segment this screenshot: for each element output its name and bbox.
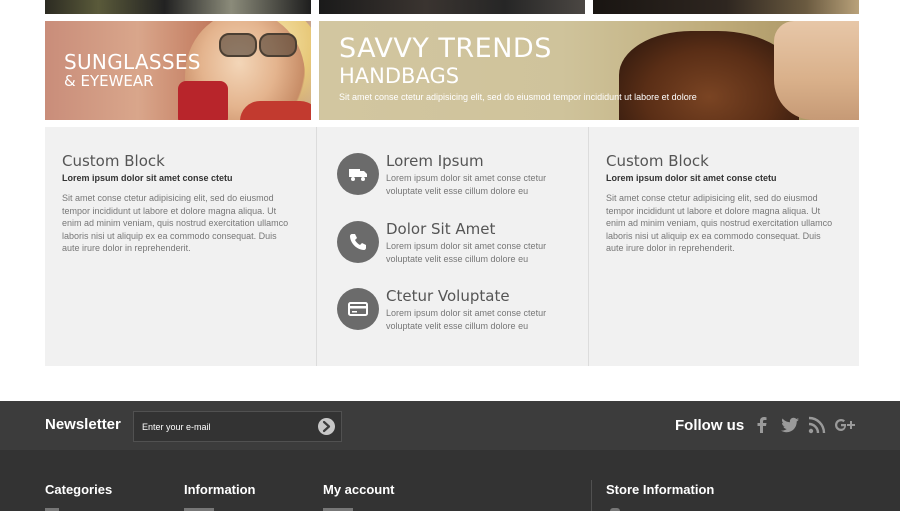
banner-model-glove: [178, 81, 228, 120]
banner-subtitle: & EYEWEAR: [64, 72, 154, 90]
top-banner-image-2[interactable]: [319, 0, 585, 14]
custom-block-subtitle: Lorem ipsum dolor sit amet conse ctetu: [62, 173, 233, 183]
newsletter-form: [133, 411, 342, 442]
rss-icon[interactable]: [807, 415, 827, 435]
footer-heading-my-account: My account: [323, 482, 395, 497]
service-item: Ctetur Voluptate Lorem ipsum dolor sit a…: [337, 287, 577, 338]
phone-icon: [337, 221, 379, 263]
custom-block-title: Custom Block: [606, 152, 709, 170]
service-item: Dolor Sit Amet Lorem ipsum dolor sit ame…: [337, 220, 577, 271]
custom-block-subtitle: Lorem ipsum dolor sit amet conse ctetu: [606, 173, 777, 183]
handbags-banner[interactable]: SAVVY TRENDS HANDBAGS Sit amet conse cte…: [319, 21, 859, 120]
service-text: Lorem ipsum dolor sit amet conse ctetur …: [386, 241, 547, 264]
service-item: Lorem Ipsum Lorem ipsum dolor sit amet c…: [337, 152, 577, 203]
footer-heading-store-information: Store Information: [606, 482, 715, 497]
service-text: Lorem ipsum dolor sit amet conse ctetur …: [386, 308, 547, 331]
newsletter-bar: Newsletter Follow us: [0, 401, 900, 450]
follow-us-label: Follow us: [675, 417, 745, 434]
banner-subtitle: HANDBAGS: [339, 64, 460, 88]
footer: Categories Information My account Store …: [0, 450, 900, 511]
google-plus-icon[interactable]: [834, 415, 855, 435]
service-title: Dolor Sit Amet: [386, 220, 496, 238]
arrow-right-icon: [322, 420, 331, 433]
twitter-icon[interactable]: [780, 415, 800, 435]
banner-model-arm: [774, 21, 859, 120]
top-banner-image-3[interactable]: [593, 0, 859, 14]
handbag-image: [619, 31, 799, 120]
truck-icon: [337, 153, 379, 195]
footer-heading-information: Information: [184, 482, 256, 497]
custom-block-left: Custom Block Lorem ipsum dolor sit amet …: [45, 127, 315, 366]
banner-title: SAVVY TRENDS: [339, 33, 552, 64]
banner-title: SUNGLASSES: [64, 50, 201, 74]
footer-divider: [591, 480, 592, 511]
credit-card-icon: [337, 288, 379, 330]
sunglasses-image: [215, 33, 299, 57]
banner-text: Sit amet conse ctetur adipisicing elit, …: [339, 92, 697, 102]
sunglasses-banner[interactable]: SUNGLASSES & EYEWEAR: [45, 21, 311, 120]
custom-block-text: Sit amet conse ctetur adipisicing elit, …: [606, 193, 833, 253]
footer-heading-categories: Categories: [45, 482, 113, 497]
top-banner-image-1[interactable]: [45, 0, 311, 14]
service-title: Lorem Ipsum: [386, 152, 484, 170]
newsletter-email-input[interactable]: [142, 420, 302, 434]
custom-block-right: Custom Block Lorem ipsum dolor sit amet …: [589, 127, 859, 366]
services-block: Lorem Ipsum Lorem ipsum dolor sit amet c…: [316, 127, 589, 366]
banner-model-shirt: [240, 101, 311, 120]
custom-block-text: Sit amet conse ctetur adipisicing elit, …: [62, 193, 289, 253]
facebook-icon[interactable]: [752, 415, 772, 435]
service-text: Lorem ipsum dolor sit amet conse ctetur …: [386, 173, 547, 196]
custom-blocks-section: Custom Block Lorem ipsum dolor sit amet …: [45, 127, 859, 366]
service-title: Ctetur Voluptate: [386, 287, 510, 305]
newsletter-label: Newsletter: [45, 416, 121, 433]
newsletter-submit-button[interactable]: [318, 418, 335, 435]
custom-block-title: Custom Block: [62, 152, 165, 170]
